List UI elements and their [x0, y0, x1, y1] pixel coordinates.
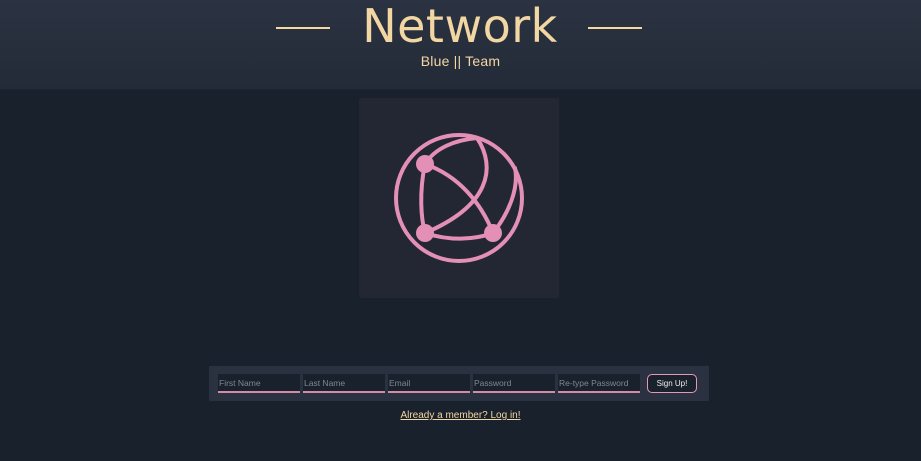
page-subtitle: Blue || Team	[420, 53, 501, 69]
header: Network Blue || Team	[0, 0, 921, 90]
login-link[interactable]: Already a member? Log in!	[400, 410, 520, 421]
password-input[interactable]	[473, 374, 555, 393]
sign-up-button[interactable]: Sign Up!	[647, 374, 697, 393]
login-link-container: Already a member? Log in!	[0, 410, 921, 421]
globe-network-icon	[394, 133, 524, 263]
title-decoration-right	[588, 27, 642, 29]
last-name-input[interactable]	[303, 374, 385, 393]
email-input[interactable]	[388, 374, 470, 393]
first-name-input[interactable]	[218, 374, 300, 393]
page-title: Network	[362, 0, 558, 53]
logo-tile	[359, 98, 559, 298]
title-row: Network	[0, 0, 921, 53]
retype-password-input[interactable]	[558, 374, 640, 393]
signup-form: Sign Up!	[209, 366, 709, 401]
title-decoration-left	[276, 27, 330, 29]
